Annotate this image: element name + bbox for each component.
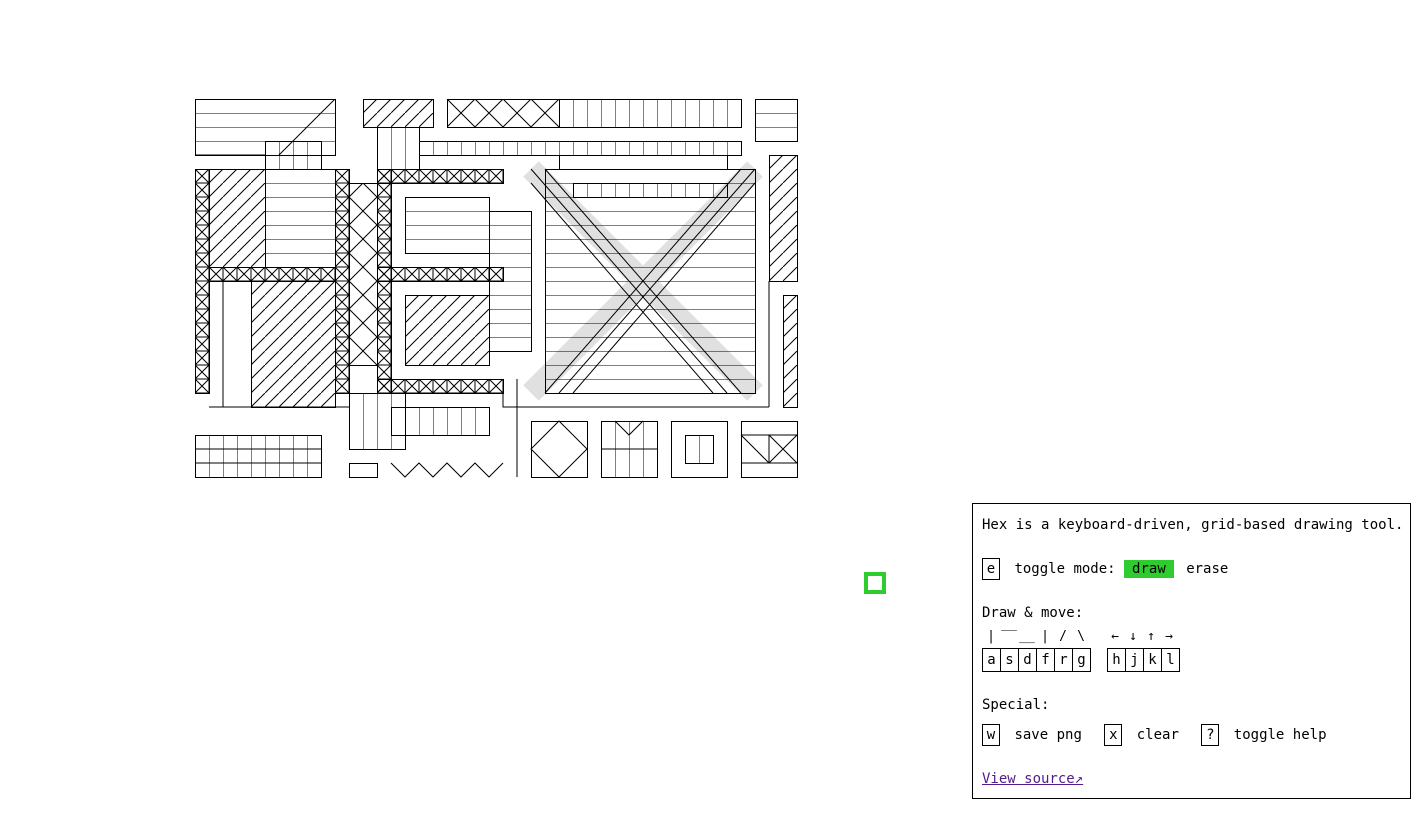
glyph-overline: ‾‾	[1001, 629, 1017, 644]
draw-move-heading: Draw & move:	[982, 605, 1084, 621]
help-key[interactable]: ?	[1201, 724, 1220, 746]
glyph-underline: __	[1019, 629, 1035, 644]
arrow-up-icon: ↑	[1147, 629, 1155, 644]
move-keys: h j k l	[1107, 648, 1180, 672]
key-k[interactable]: k	[1143, 648, 1161, 672]
special-heading: Special:	[982, 697, 1050, 713]
arrow-left-icon: ←	[1111, 629, 1119, 644]
key-r[interactable]: r	[1054, 648, 1072, 672]
key-a[interactable]: a	[982, 648, 1000, 672]
move-glyphs: ← ↓ ↑ →	[1106, 628, 1178, 646]
glyph-slash: /	[1059, 629, 1067, 644]
mode-draw-option[interactable]: draw	[1124, 560, 1174, 578]
draw-key-row: a s d f r g h j k l	[982, 648, 1402, 672]
view-source-link[interactable]: View source↗	[982, 771, 1083, 787]
draw-glyph-row: | ‾‾ __ | / \ ← ↓ ↑ →	[982, 628, 1402, 646]
mode-erase-option[interactable]: erase	[1182, 560, 1232, 578]
save-key[interactable]: w	[982, 724, 1000, 746]
key-l[interactable]: l	[1161, 648, 1180, 672]
clear-label: clear	[1136, 727, 1179, 743]
glyph-vertical: |	[987, 629, 995, 644]
toggle-mode-key[interactable]: e	[982, 558, 1000, 580]
arrow-right-icon: →	[1165, 629, 1173, 644]
toggle-mode-label: toggle mode:	[1014, 561, 1116, 577]
help-panel: Hex is a keyboard-driven, grid-based dra…	[972, 503, 1411, 799]
drawing-svg	[195, 99, 798, 478]
help-label: toggle help	[1233, 727, 1327, 743]
key-d[interactable]: d	[1018, 648, 1036, 672]
drawing-canvas[interactable]	[195, 99, 798, 478]
key-j[interactable]: j	[1125, 648, 1143, 672]
toggle-mode-row: e toggle mode: draw erase	[982, 558, 1402, 580]
clear-key[interactable]: x	[1104, 724, 1123, 746]
glyph-vertical-2: |	[1041, 629, 1049, 644]
key-g[interactable]: g	[1072, 648, 1091, 672]
help-intro: Hex is a keyboard-driven, grid-based dra…	[982, 517, 1404, 533]
save-label: save png	[1014, 727, 1082, 743]
draw-keys: a s d f r g	[982, 648, 1091, 672]
arrow-down-icon: ↓	[1129, 629, 1137, 644]
key-s[interactable]: s	[1000, 648, 1018, 672]
key-f[interactable]: f	[1036, 648, 1054, 672]
special-row: w save png x clear ? toggle help	[982, 724, 1402, 746]
cursor-indicator	[864, 572, 886, 594]
glyph-backslash: \	[1077, 629, 1085, 644]
draw-glyphs: | ‾‾ __ | / \	[982, 628, 1090, 646]
key-h[interactable]: h	[1107, 648, 1125, 672]
